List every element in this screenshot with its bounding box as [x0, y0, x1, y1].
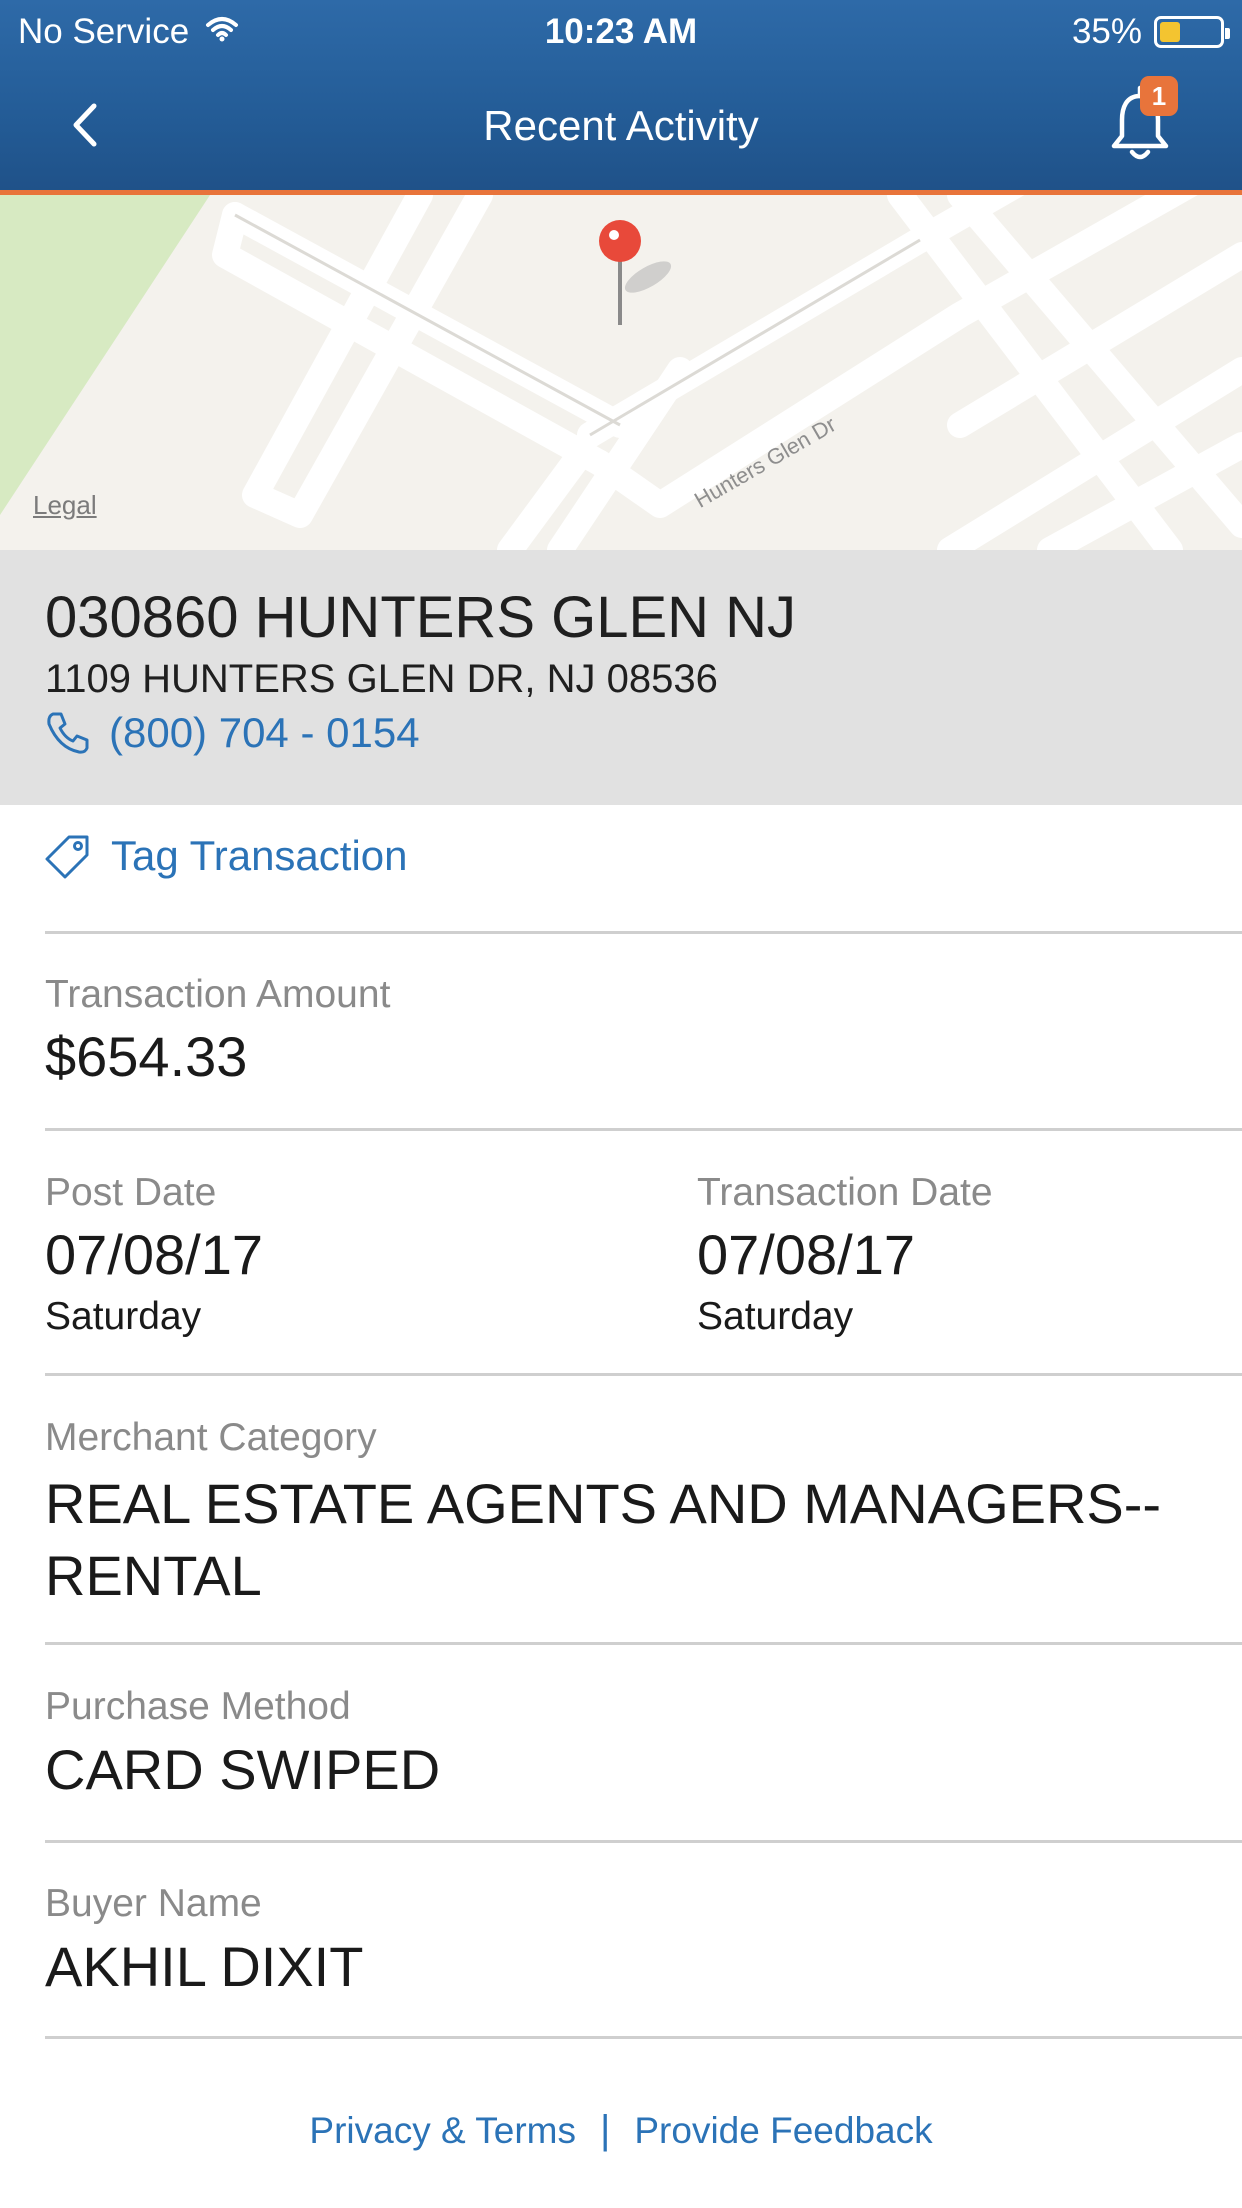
- buyer-name-value: AKHIL DIXIT: [45, 1935, 364, 1998]
- transaction-date-day: Saturday: [697, 1295, 854, 1338]
- merchant-info: 030860 HUNTERS GLEN NJ 1109 HUNTERS GLEN…: [0, 550, 1242, 805]
- provide-feedback-link[interactable]: Provide Feedback: [634, 2110, 932, 2152]
- merchant-address: 1109 HUNTERS GLEN DR, NJ 08536: [45, 657, 718, 701]
- divider: [45, 931, 1242, 934]
- amount-value: $654.33: [45, 1025, 248, 1088]
- battery-level-fill: [1160, 22, 1180, 42]
- purchase-method-label: Purchase Method: [45, 1685, 351, 1728]
- battery-percent: 35%: [1071, 12, 1142, 51]
- merchant-name: 030860 HUNTERS GLEN NJ: [45, 585, 797, 650]
- post-date-day: Saturday: [45, 1295, 202, 1338]
- purchase-method-value: CARD SWIPED: [45, 1738, 441, 1801]
- battery-icon: [1154, 16, 1230, 48]
- transaction-date-label: Transaction Date: [697, 1171, 993, 1214]
- post-date-value: 07/08/17: [45, 1223, 263, 1286]
- merchant-category-label: Merchant Category: [45, 1416, 377, 1459]
- status-time: 10:23 AM: [544, 12, 698, 51]
- map-roads: [0, 195, 1242, 550]
- phone-icon: [47, 712, 89, 754]
- tag-transaction-button[interactable]: Tag Transaction: [45, 832, 408, 880]
- divider: [45, 1373, 1242, 1376]
- location-map[interactable]: Hunters Glen Dr Legal: [0, 195, 1242, 550]
- status-bar-right: 35%: [1071, 10, 1230, 54]
- notification-badge: 1: [1140, 76, 1178, 116]
- page-title: Recent Activity: [483, 102, 759, 149]
- divider: [45, 2036, 1242, 2039]
- divider: [45, 1840, 1242, 1843]
- transaction-date-value: 07/08/17: [697, 1223, 915, 1286]
- divider: [45, 1642, 1242, 1645]
- app-header: No Service 10:23 AM 35% Recent Activity: [0, 0, 1242, 194]
- tag-transaction-label: Tag Transaction: [111, 832, 408, 879]
- buyer-name-label: Buyer Name: [45, 1882, 262, 1925]
- tag-icon: [45, 835, 89, 879]
- amount-label: Transaction Amount: [45, 973, 391, 1016]
- merchant-phone-number: (800) 704 - 0154: [109, 709, 420, 756]
- merchant-category-value: REAL ESTATE AGENTS AND MANAGERS--RENTAL: [45, 1472, 1162, 1607]
- battery-cap: [1225, 28, 1230, 39]
- privacy-terms-link[interactable]: Privacy & Terms: [309, 2110, 576, 2152]
- post-date-label: Post Date: [45, 1171, 217, 1214]
- footer-separator: |: [599, 2108, 611, 2152]
- footer-links: Privacy & Terms | Provide Feedback: [0, 2108, 1242, 2153]
- merchant-phone-link[interactable]: (800) 704 - 0154: [45, 708, 420, 758]
- divider: [45, 1128, 1242, 1131]
- map-legal-link[interactable]: Legal: [33, 490, 97, 521]
